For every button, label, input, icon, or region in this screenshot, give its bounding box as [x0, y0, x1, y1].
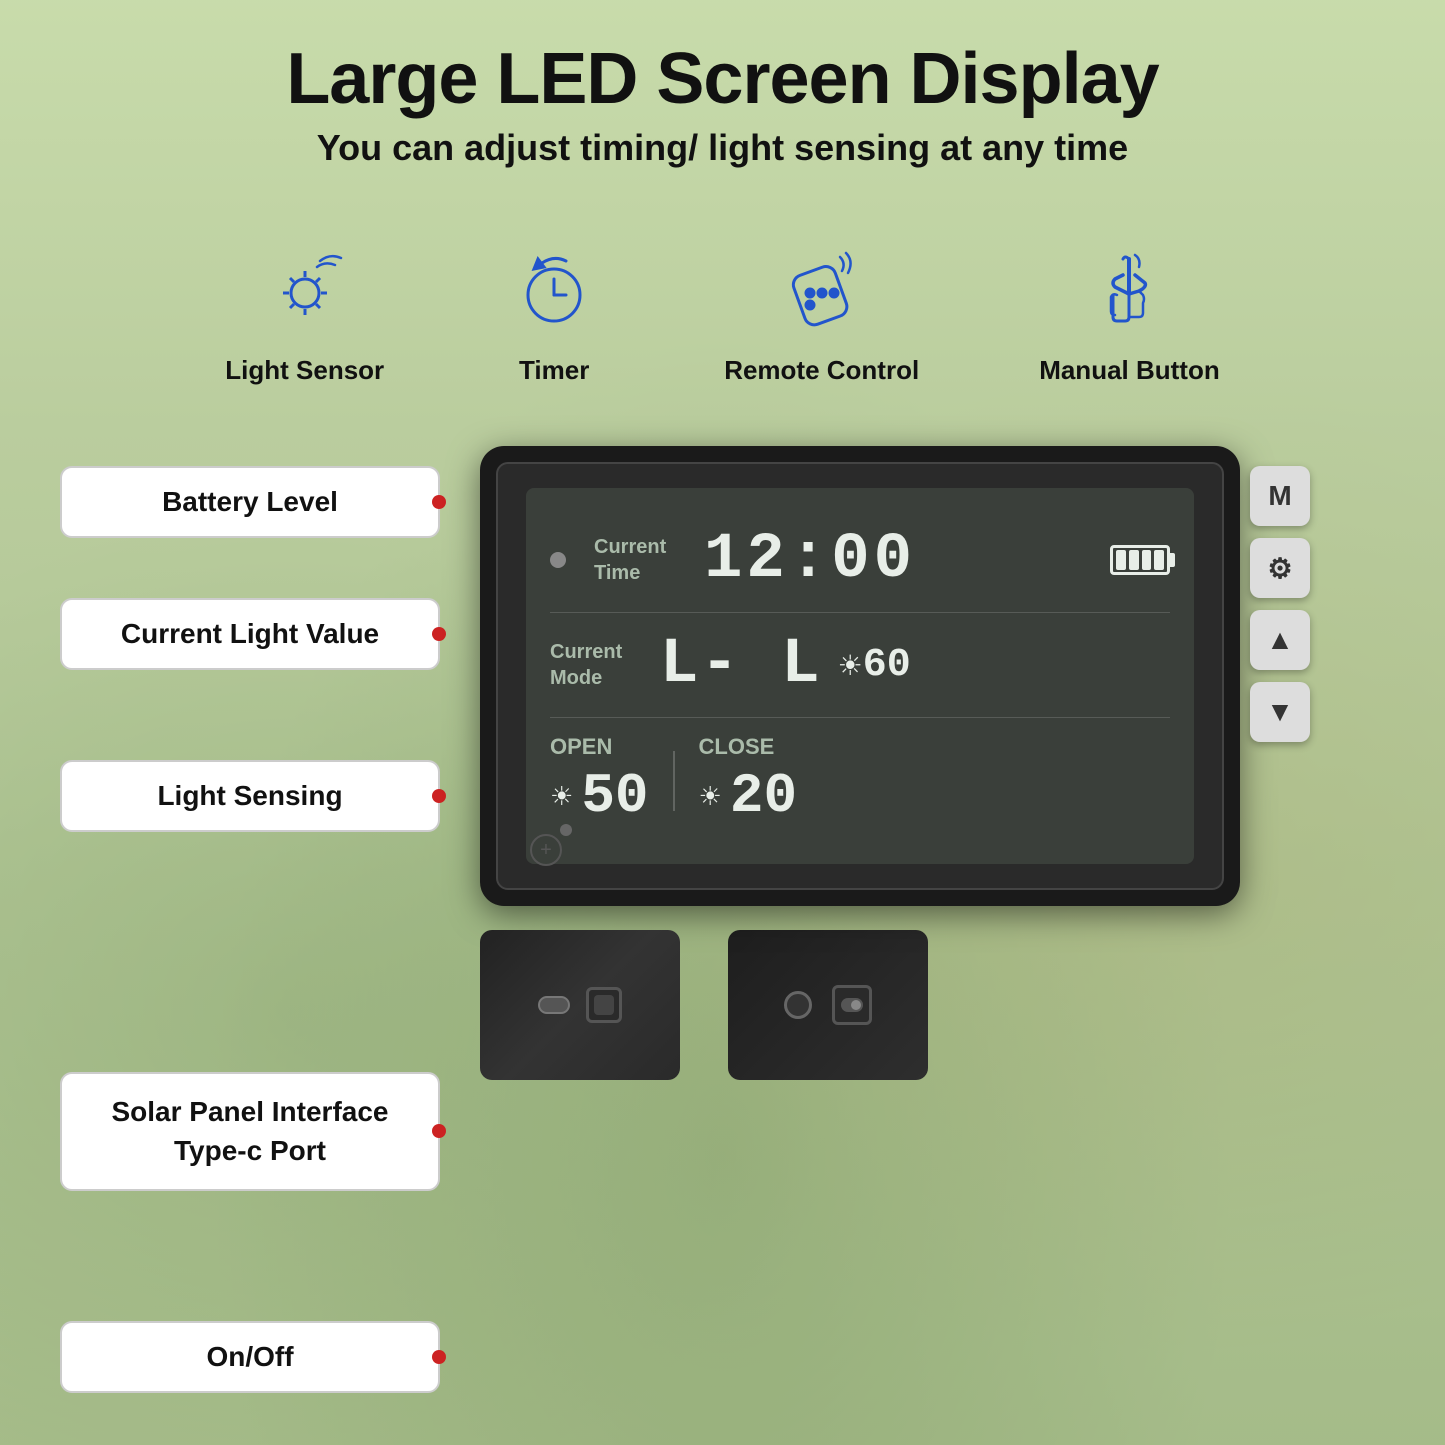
- toggle-switch[interactable]: [832, 985, 872, 1025]
- toggle-inner: [841, 998, 863, 1012]
- led-display: Current Time 12:00: [496, 462, 1224, 890]
- usb-c-port: [538, 996, 570, 1014]
- battery-bar-2: [1129, 550, 1139, 570]
- battery-icon: [1110, 545, 1170, 575]
- feature-timer: Timer: [504, 239, 604, 386]
- battery-body: [1110, 545, 1170, 575]
- main-title: Large LED Screen Display: [0, 40, 1445, 119]
- remote-icon-container: [772, 239, 872, 339]
- oc-divider: [673, 751, 675, 811]
- timer-label: Timer: [519, 355, 589, 386]
- onoff-label: On/Off: [60, 1321, 440, 1393]
- side-buttons-panel: M ⚙ ▲ ▼: [1250, 466, 1310, 742]
- current-mode-row: Current Mode L- L ☀ 60: [550, 613, 1170, 718]
- close-section: CLOSE ☀ 20: [699, 734, 798, 828]
- gear-button[interactable]: ⚙: [1250, 538, 1310, 598]
- remote-control-icon: [782, 249, 862, 329]
- jack-port: [784, 991, 812, 1019]
- open-section: OPEN ☀ 50: [550, 734, 649, 828]
- manual-button-icon: [1089, 249, 1169, 329]
- light-sensing-label: Light Sensing: [60, 760, 440, 832]
- lower-sensor-dot: [560, 824, 572, 836]
- light-sensor-icon: [265, 249, 345, 329]
- toggle-knob: [851, 1000, 861, 1010]
- current-time-label: Current Time: [594, 534, 704, 586]
- light-sensor-label: Light Sensor: [225, 355, 384, 386]
- current-time-value: 12:00: [704, 524, 1110, 596]
- battery-bar-1: [1116, 550, 1126, 570]
- close-value: 20: [730, 764, 797, 828]
- oc-row-inner: OPEN ☀ 50: [550, 734, 1170, 828]
- display-inner: Current Time 12:00: [526, 488, 1194, 864]
- mode-number: 60: [863, 643, 911, 688]
- battery-level-label: Battery Level: [60, 466, 440, 538]
- remote-label: Remote Control: [724, 355, 919, 386]
- current-mode-label: Current Mode: [550, 639, 660, 691]
- subtitle: You can adjust timing/ light sensing at …: [0, 127, 1445, 169]
- feature-manual: Manual Button: [1039, 239, 1220, 386]
- onoff-photo: [728, 930, 928, 1080]
- close-label: CLOSE: [699, 734, 775, 760]
- lower-sensor-area: [560, 824, 572, 836]
- feature-remote: Remote Control: [724, 239, 919, 386]
- manual-button-label: Manual Button: [1039, 355, 1220, 386]
- timer-icon: [514, 249, 594, 329]
- open-close-row: OPEN ☀ 50: [550, 718, 1170, 844]
- m-button[interactable]: M: [1250, 466, 1310, 526]
- device-casing: M ⚙ ▲ ▼: [480, 446, 1240, 906]
- features-row: Light Sensor Timer: [0, 239, 1445, 386]
- feature-light-sensor: Light Sensor: [225, 239, 384, 386]
- mode-sun-icon: ☀: [838, 649, 863, 682]
- down-button[interactable]: ▼: [1250, 682, 1310, 742]
- solar-port-photo: [480, 930, 680, 1080]
- port-photo-inner: [480, 930, 680, 1080]
- current-mode-value: L- L: [660, 629, 822, 701]
- open-label: OPEN: [550, 734, 612, 760]
- light-sensor-icon-container: [255, 239, 355, 339]
- battery-bar-4: [1154, 550, 1164, 570]
- device-area: M ⚙ ▲ ▼: [480, 446, 1385, 1080]
- header-section: Large LED Screen Display You can adjust …: [0, 0, 1445, 189]
- onoff-photo-inner: [728, 930, 928, 1080]
- manual-icon-container: [1079, 239, 1179, 339]
- button-port: [586, 987, 622, 1023]
- close-sun-icon: ☀: [699, 781, 722, 812]
- open-value: 50: [581, 764, 648, 828]
- up-button[interactable]: ▲: [1250, 610, 1310, 670]
- sensor-dot-top: [550, 552, 566, 568]
- solar-panel-label: Solar Panel InterfaceType-c Port: [60, 1072, 440, 1190]
- feature-labels-column: Battery Level Current Light Value Light …: [60, 446, 440, 1392]
- button-port-inner: [594, 995, 614, 1015]
- time-left-section: Current Time: [550, 534, 704, 586]
- timer-icon-container: [504, 239, 604, 339]
- main-content-area: Battery Level Current Light Value Light …: [0, 446, 1445, 1392]
- current-light-label: Current Light Value: [60, 598, 440, 670]
- battery-bar-3: [1142, 550, 1152, 570]
- device-bottom-section: [480, 930, 928, 1080]
- screw-icon: +: [530, 834, 562, 866]
- open-sun-icon: ☀: [550, 781, 573, 812]
- current-time-row: Current Time 12:00: [550, 508, 1170, 613]
